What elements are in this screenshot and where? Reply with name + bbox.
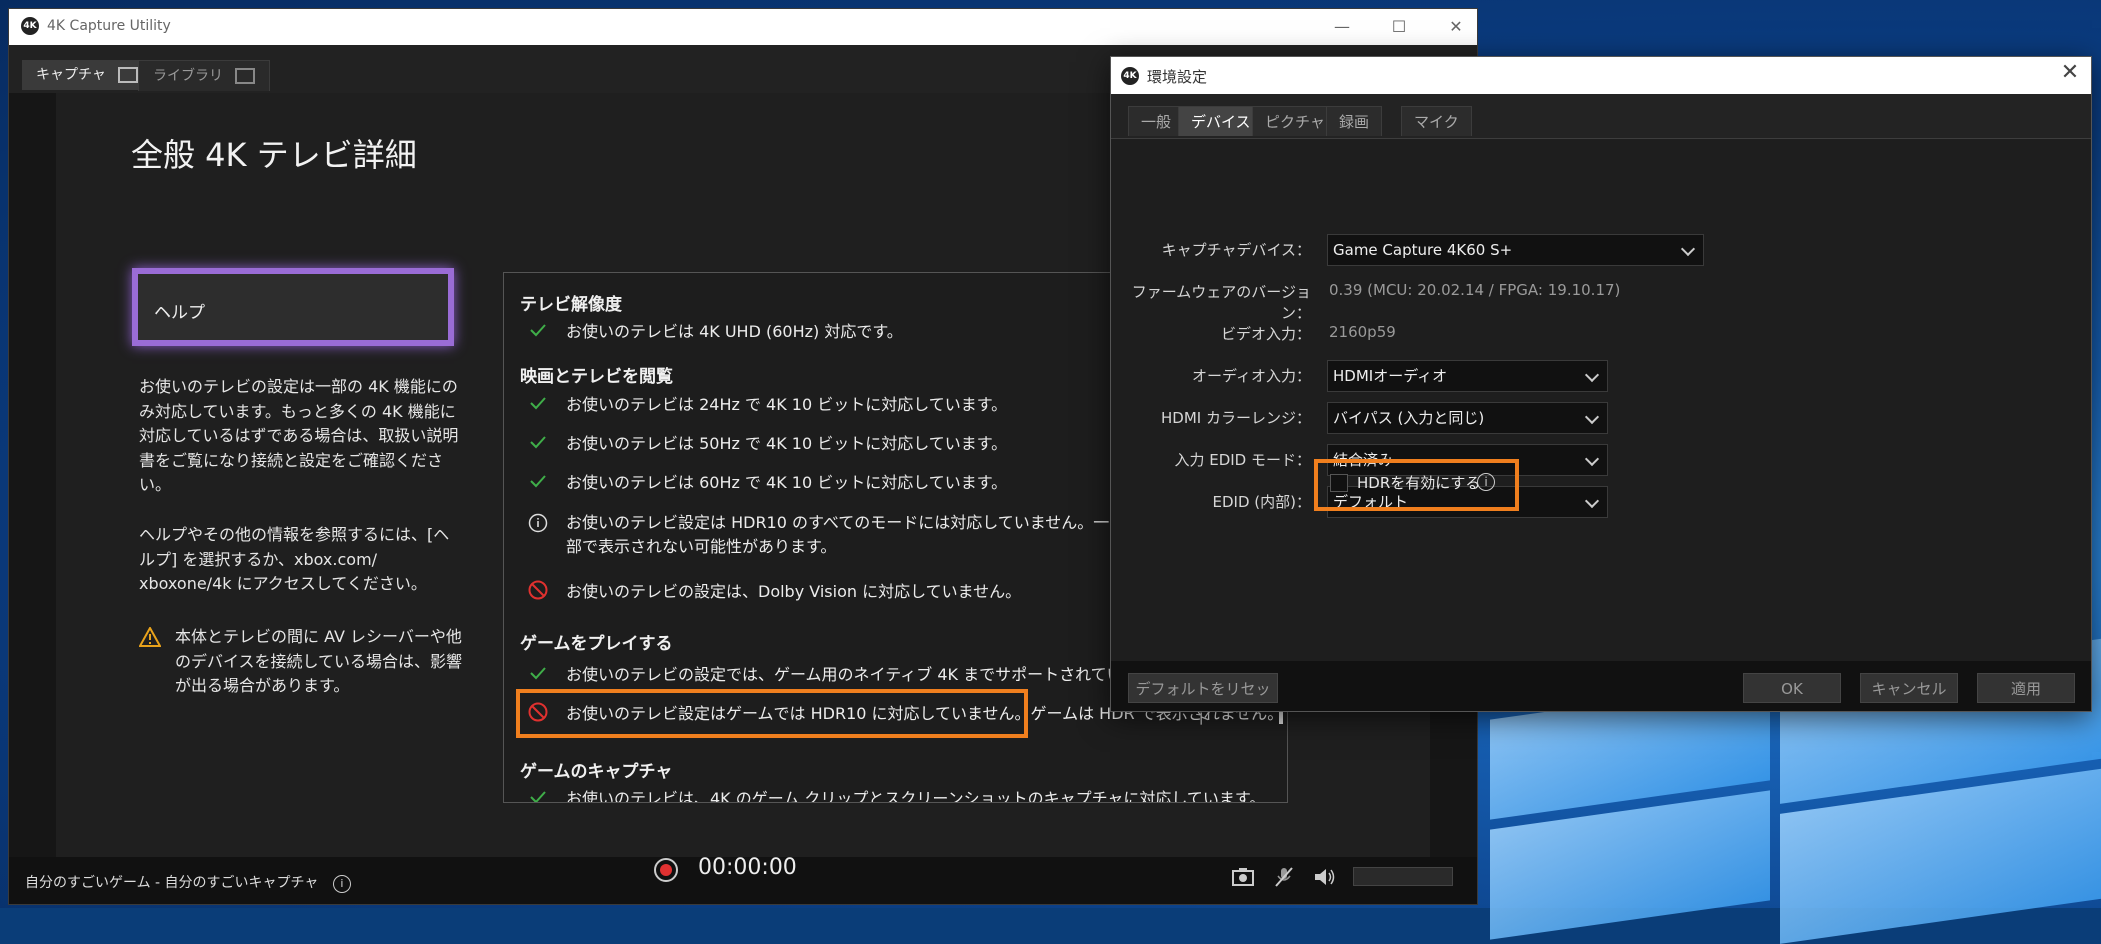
check-icon (530, 397, 546, 410)
page-title: 全般 4K テレビ詳細 (131, 136, 417, 174)
blocked-icon (528, 580, 548, 600)
list-item-text: お使いのテレビ設定は HDR10 のすべてのモードには対応していません。一部で表… (566, 513, 1110, 556)
tab-library[interactable]: ライブラリ (138, 60, 271, 91)
settings-title: 環境設定 (1147, 68, 1208, 86)
video-input-label: ビデオ入力： (1220, 325, 1311, 343)
check-icon (530, 475, 546, 488)
chevron-down-icon (1680, 241, 1696, 257)
main-titlebar: 4K 4K Capture Utility — ☐ ✕ (9, 9, 1477, 45)
check-icon (530, 324, 546, 337)
minimize-button[interactable]: — (1313, 9, 1371, 45)
hdmi-range-select[interactable]: バイパス (入力と同じ) (1327, 402, 1608, 434)
capture-device-select[interactable]: Game Capture 4K60 S+ (1327, 234, 1704, 266)
hdmi-range-label: HDMI カラーレンジ： (1161, 409, 1311, 427)
list-item-text: お使いのテレビの設定では、ゲーム用のネイティブ 4K までサポートされています。 (566, 665, 1170, 684)
check-icon (530, 667, 546, 680)
tab-picture[interactable]: ピクチャ (1252, 106, 1338, 136)
screen-icon (118, 67, 139, 83)
info-icon (528, 513, 548, 533)
settings-tabbar: 一般 デバイス ピクチャ 録画 マイク (1111, 94, 2091, 139)
volume-meter (1353, 867, 1453, 886)
list-item-text: お使いのテレビは 24Hz で 4K 10 ビットに対応しています。 (566, 395, 1008, 414)
list-item-text: お使いのテレビは 50Hz で 4K 10 ビットに対応しています。 (566, 434, 1008, 453)
capture-name-text: 自分のすごいゲーム - 自分のすごいキャプチャ (25, 875, 319, 891)
apply-button[interactable]: 適用 (1977, 673, 2075, 703)
cancel-button[interactable]: キャンセル (1860, 673, 1958, 703)
settings-body: キャプチャデバイス： Game Capture 4K60 S+ ファームウェアの… (1111, 139, 2091, 661)
firmware-label: ファームウェアのバージョン： (1131, 283, 1311, 322)
chevron-down-icon (1584, 451, 1600, 467)
close-button[interactable]: ✕ (1427, 9, 1485, 45)
hdr10-game-highlight (516, 689, 1028, 738)
edid-mode-label: 入力 EDID モード： (1174, 451, 1311, 469)
help-info-paragraph: ヘルプやその他の情報を参照するには、[ヘルプ] を選択するか、xbox.com/… (139, 525, 450, 593)
tab-device[interactable]: デバイス (1178, 106, 1264, 136)
settings-close-button[interactable]: ✕ (2057, 60, 2083, 85)
section-heading: ゲームのキャプチャ (520, 762, 673, 782)
check-icon (530, 436, 546, 449)
list-item-text: お使いのテレビは 4K UHD (60Hz) 対応です。 (566, 322, 903, 341)
speaker-icon[interactable] (1313, 866, 1337, 888)
info-icon[interactable]: i (332, 875, 351, 893)
ok-button[interactable]: OK (1743, 673, 1841, 703)
capture-name: 自分のすごいゲーム - 自分のすごいキャプチャ i (25, 872, 351, 893)
firmware-value: 0.39 (MCU: 20.02.14 / FPGA: 19.10.17) (1329, 281, 1621, 299)
settings-dialog: 4K 環境設定 ✕ 一般 デバイス ピクチャ 録画 マイク キャプチャデバイス：… (1110, 56, 2092, 728)
list-item-text: お使いのテレビの設定は、Dolby Vision に対応していません。 (566, 582, 1022, 601)
chevron-down-icon (1584, 409, 1600, 425)
maximize-button[interactable]: ☐ (1370, 9, 1428, 45)
av-receiver-warning: 本体とテレビの間に AV レシーバーや他のデバイスを接続している場合は、影響が出… (175, 627, 463, 695)
capture-device-value: Game Capture 4K60 S+ (1333, 241, 1513, 259)
record-timer: 00:00:00 (698, 855, 797, 880)
tv-settings-paragraph: お使いのテレビの設定は一部の 4K 機能にのみ対応しています。もっと多くの 4K… (139, 377, 459, 494)
reset-defaults-button[interactable]: デフォルトをリセット (1128, 673, 1278, 728)
content-gutter-left (9, 93, 56, 857)
tab-capture[interactable]: キャプチャ (22, 60, 153, 90)
hdmi-range-value: バイパス (入力と同じ) (1333, 409, 1485, 427)
chevron-down-icon (1584, 367, 1600, 383)
section-heading: ゲームをプレイする (520, 634, 673, 654)
edid-internal-label: EDID (内部)： (1212, 493, 1311, 511)
video-input-value: 2160p59 (1329, 323, 1396, 341)
tab-microphone[interactable]: マイク (1401, 106, 1472, 136)
chevron-down-icon (1584, 493, 1600, 509)
help-button[interactable]: ヘルプ (132, 268, 454, 346)
app-logo-icon: 4K (1121, 67, 1139, 85)
section-heading: テレビ解像度 (520, 295, 622, 315)
tab-recording[interactable]: 録画 (1326, 106, 1383, 136)
hdr-checkbox-highlight (1314, 459, 1519, 511)
tab-general[interactable]: 一般 (1128, 106, 1185, 136)
settings-titlebar: 4K 環境設定 ✕ (1111, 57, 2091, 94)
screenshot-icon[interactable] (1232, 868, 1254, 886)
list-item-text: お使いのテレビは、4K のゲーム クリップとスクリーンショットのキャプチャに対応… (566, 789, 1266, 803)
check-icon (530, 791, 546, 802)
help-button-label: ヘルプ (154, 303, 205, 323)
window-title: 4K Capture Utility (47, 18, 171, 34)
warning-icon (139, 627, 161, 647)
list-item-text: お使いのテレビは 60Hz で 4K 10 ビットに対応しています。 (566, 473, 1008, 492)
section-heading: 映画とテレビを閲覧 (520, 367, 673, 387)
audio-input-value: HDMIオーディオ (1333, 367, 1448, 385)
tab-library-label: ライブラリ (153, 68, 223, 84)
grid-icon (235, 68, 256, 84)
app-logo-icon: 4K (21, 17, 39, 35)
capture-device-label: キャプチャデバイス： (1161, 241, 1311, 259)
audio-input-label: オーディオ入力： (1192, 367, 1311, 385)
mic-muted-icon[interactable] (1274, 866, 1294, 888)
record-button[interactable] (654, 858, 678, 882)
audio-input-select[interactable]: HDMIオーディオ (1327, 360, 1608, 392)
tab-capture-label: キャプチャ (36, 67, 106, 83)
